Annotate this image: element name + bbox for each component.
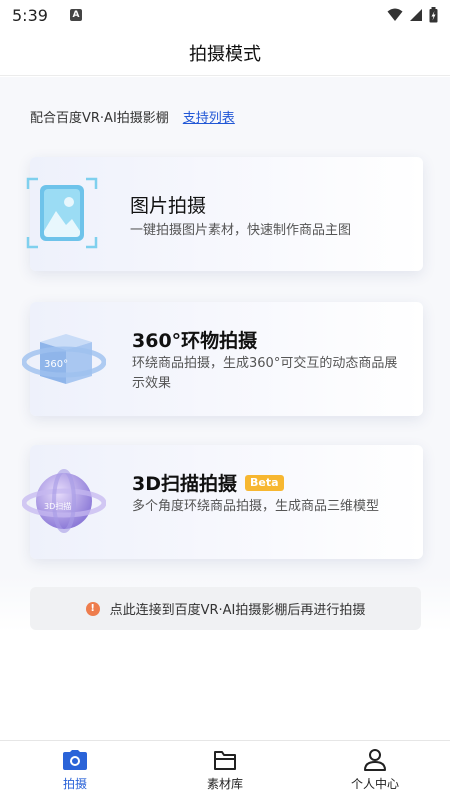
intro-line: 配合百度VR·AI拍摄影棚 支持列表 — [30, 107, 235, 126]
battery-icon — [429, 7, 438, 23]
support-list-link[interactable]: 支持列表 — [183, 107, 235, 126]
intro-text: 配合百度VR·AI拍摄影棚 — [30, 111, 169, 126]
mode-desc: 一键拍摄图片素材，快速制作商品主图 — [130, 223, 352, 238]
beta-badge: Beta — [245, 474, 284, 491]
mode-title-text: 图片拍摄 — [130, 195, 207, 217]
notice-text: 点此连接到百度VR·AI拍摄影棚后再进行拍摄 — [109, 603, 366, 618]
mode-title-text: 360°环物拍摄 — [132, 330, 258, 352]
mode-title: 图片拍摄 — [130, 191, 206, 218]
folder-icon — [214, 751, 236, 770]
tab-profile[interactable]: 个人中心 — [300, 741, 450, 800]
mode-card-360[interactable]: 360° 360°环物拍摄 环绕商品拍摄，生成360°可交互的动态商品展示效果 — [22, 302, 423, 416]
page-title: 拍摄模式 — [189, 43, 261, 65]
notification-a-icon: A — [69, 9, 82, 21]
person-icon — [364, 749, 386, 771]
image-icon — [26, 177, 98, 249]
main-content: 配合百度VR·AI拍摄影棚 支持列表 图片拍摄 一键拍摄图片素材，快速制作商品主… — [0, 77, 450, 632]
status-time: 5:39 — [12, 5, 48, 25]
mode-desc: 多个角度环绕商品拍摄，生成商品三维模型 — [132, 499, 380, 514]
sphere-3d-label: 3D扫描 — [44, 501, 71, 511]
mode-title: 3D扫描拍摄 Beta — [132, 469, 284, 496]
page-header: 拍摄模式 — [0, 30, 450, 76]
tab-label: 个人中心 — [350, 777, 399, 791]
connect-studio-notice[interactable]: ! 点此连接到百度VR·AI拍摄影棚后再进行拍摄 — [30, 587, 421, 630]
sphere-3d-icon: 3D扫描 — [22, 469, 106, 533]
mode-title-text: 3D扫描拍摄 — [132, 473, 237, 495]
signal-icon — [410, 9, 422, 21]
warning-icon: ! — [85, 601, 100, 616]
cube-360-label: 360° — [44, 359, 68, 370]
mode-card-3d-scan[interactable]: 3D扫描 3D扫描拍摄 Beta 多个角度环绕商品拍摄，生成商品三维模型 — [22, 445, 423, 559]
cube-360-icon: 360° — [22, 334, 106, 384]
status-icons — [387, 7, 438, 23]
tab-label: 素材库 — [206, 777, 243, 791]
tab-label: 拍摄 — [62, 777, 87, 791]
bottom-tab-bar: 拍摄 素材库 个人中心 — [0, 740, 450, 800]
mode-title: 360°环物拍摄 — [132, 326, 257, 353]
camera-icon — [63, 750, 87, 770]
wifi-icon — [387, 8, 403, 21]
mode-desc: 环绕商品拍摄，生成360°可交互的动态商品展示效果 — [132, 356, 398, 391]
tab-shoot[interactable]: 拍摄 — [0, 741, 150, 800]
status-bar: 5:39 A — [0, 0, 450, 30]
mode-card-photo[interactable]: 图片拍摄 一键拍摄图片素材，快速制作商品主图 — [26, 157, 423, 271]
tab-library[interactable]: 素材库 — [150, 741, 300, 800]
